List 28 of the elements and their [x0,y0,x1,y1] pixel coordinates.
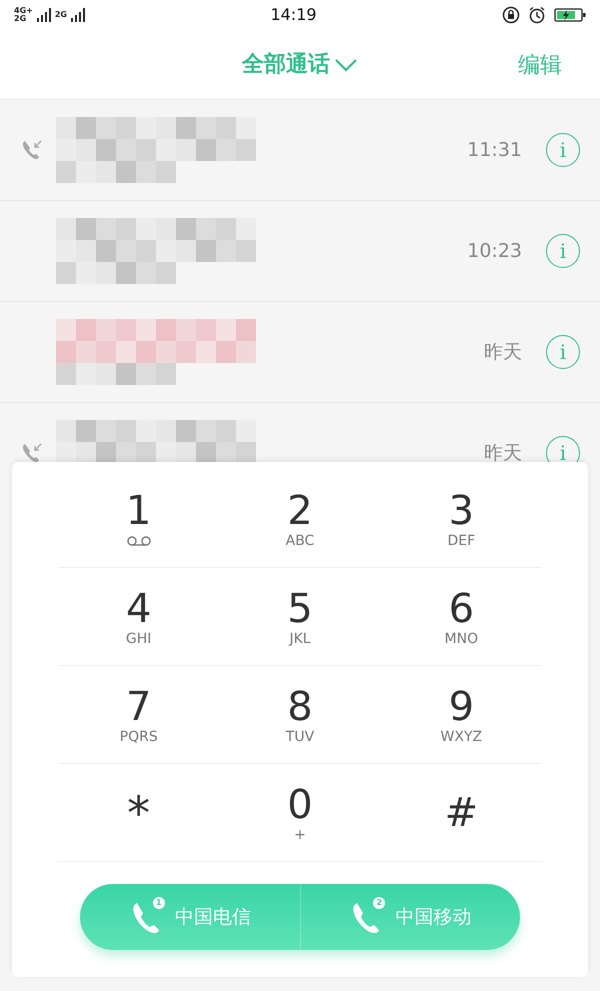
network-type: 2G [14,15,28,23]
call-time: 昨天 [484,440,522,462]
call-time: 11:31 [467,138,522,163]
dial-key[interactable]: 7 PQRS [110,684,168,744]
chevron-down-icon [334,58,358,72]
dial-key[interactable]: # [434,790,488,834]
call-time: 10:23 [467,238,522,264]
dial-key[interactable]: 6 MNO [434,586,488,646]
dial-key[interactable]: 2 ABC [276,488,324,548]
dial-key[interactable]: 4 GHI [116,586,162,646]
network-type: 2G [54,11,67,19]
dial-key[interactable]: 9 WXYZ [430,684,492,744]
dial-key[interactable]: * [117,790,160,834]
battery-charging-icon [554,7,586,23]
dial-key[interactable]: 0 + [277,782,323,842]
signal-icon [36,8,51,22]
rotation-lock-icon [502,6,520,24]
dial-key[interactable]: 8 TUV [276,684,324,744]
dial-key[interactable]: 1 [116,488,162,548]
dial-key[interactable]: 3 DEF [437,488,486,548]
status-time: 14:19 [270,4,317,26]
dial-key[interactable]: 5 JKL [277,586,323,646]
call-time: 昨天 [484,340,522,365]
sim-number: 1 [152,897,165,909]
signal-icon [70,8,85,22]
sim-number: 2 [373,897,386,909]
alarm-icon [528,6,546,24]
network-type: 4G+ [14,7,33,15]
